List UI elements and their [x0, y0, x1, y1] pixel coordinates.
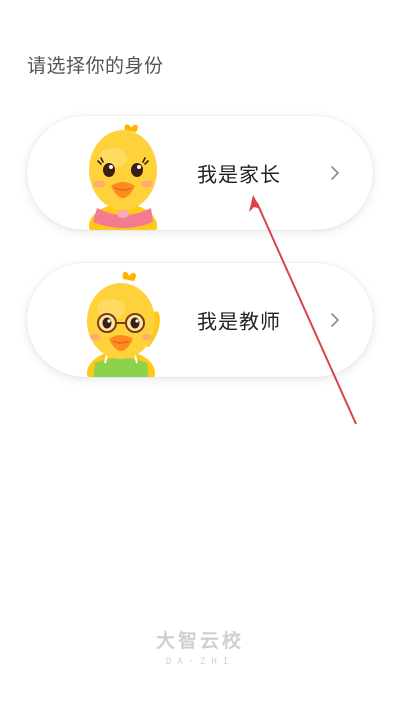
duck-teacher-icon	[87, 271, 160, 377]
chevron-right-icon	[331, 313, 339, 327]
role-label-teacher: 我是教师	[197, 309, 281, 334]
duck-parent-icon	[89, 124, 157, 230]
role-card-teacher[interactable]: 我是教师	[27, 263, 373, 377]
role-label-parent: 我是家长	[197, 162, 281, 187]
chevron-right-icon	[331, 166, 339, 180]
brand-name: 大智云校	[155, 630, 244, 652]
role-card-parent[interactable]: 我是家长	[27, 116, 373, 230]
brand-subtitle: DA·ZHI	[165, 657, 235, 667]
brand-logo: 大智云校 DA·ZHI	[0, 626, 400, 667]
page-title: 请选择你的身份	[27, 55, 164, 77]
